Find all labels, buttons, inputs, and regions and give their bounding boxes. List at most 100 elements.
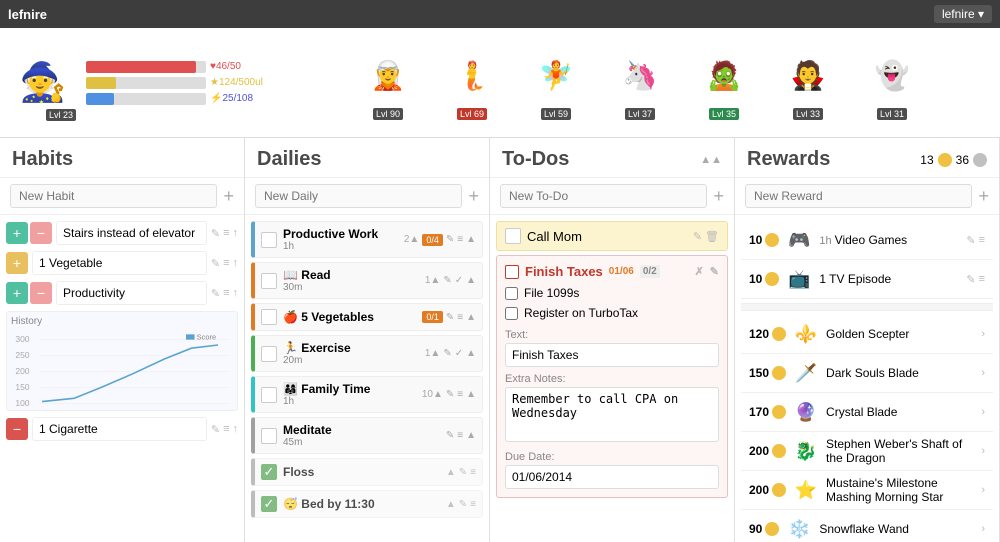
habits-body: + − Stairs instead of elevator ✎ ≡ ↑ + 1…: [0, 215, 244, 542]
dsb-arrow-icon: ›: [981, 367, 985, 379]
habit-cigarette-buttons: −: [6, 418, 28, 440]
rewards-add-button[interactable]: +: [978, 187, 989, 205]
call-mom-edit-icon[interactable]: ✎: [693, 230, 702, 243]
rewards-title: Rewards: [747, 148, 830, 171]
habit-vegetable-plus[interactable]: +: [6, 252, 28, 274]
todo-finish-taxes-expanded: Finish Taxes 01/06 0/2 ✗ ✎ File 1099s Re…: [496, 255, 728, 498]
user-dropdown[interactable]: lefnire ▾: [934, 5, 992, 23]
mp-bar-fill: [86, 93, 114, 105]
todos-add-button[interactable]: +: [713, 187, 724, 205]
reward-dark-souls-blade: 150 🗡️ Dark Souls Blade ›: [741, 354, 993, 393]
daily-5veg-checkbox[interactable]: [261, 309, 277, 325]
reward-stephen-weber: 200 🐉 Stephen Weber's Shaft of the Drago…: [741, 432, 993, 471]
finish-taxes-edit-icon[interactable]: ✎: [710, 265, 719, 278]
habits-add-input[interactable]: [10, 184, 217, 208]
tv-edit-icon[interactable]: ✎: [966, 273, 975, 286]
subtask-turbotax-checkbox[interactable]: [505, 307, 518, 320]
dropdown-label: lefnire ▾: [942, 7, 984, 21]
habit-productivity-up-icon[interactable]: ↑: [233, 287, 239, 300]
exercise-check-icon[interactable]: ✓: [455, 348, 463, 359]
bed-edit-icon[interactable]: ✎: [459, 499, 467, 510]
finish-taxes-title: Finish Taxes 01/06 0/2 ✗ ✎: [505, 264, 719, 279]
habit-cigarette-edit-icon[interactable]: ✎: [211, 423, 220, 436]
sw-cost: 200: [749, 444, 786, 458]
daily-meditate-sub: 45m: [283, 437, 440, 448]
todos-add-row: +: [490, 178, 734, 215]
finish-taxes-notes-textarea[interactable]: Remember to call CPA on Wednesday: [505, 387, 719, 442]
habit-vegetable-up-icon[interactable]: ↑: [233, 257, 239, 270]
habit-productivity-plus[interactable]: +: [6, 282, 28, 304]
dailies-add-input[interactable]: [255, 184, 462, 208]
floss-edit-icon[interactable]: ✎: [459, 467, 467, 478]
vg-edit-icon[interactable]: ✎: [966, 234, 975, 247]
todo-call-mom-checkbox[interactable]: [505, 228, 521, 244]
finish-taxes-text-input[interactable]: [505, 343, 719, 367]
habit-productivity-minus[interactable]: −: [30, 282, 52, 304]
5veg-bars-icon: ≡: [457, 312, 463, 323]
habit-vegetable: + 1 Vegetable ✎ ≡ ↑: [6, 251, 238, 275]
rewards-add-input[interactable]: [745, 184, 972, 208]
exp-bar-bg: [86, 77, 206, 89]
party-level-3: Lvl 37: [625, 108, 655, 120]
habit-productivity-edit-icon[interactable]: ✎: [211, 287, 220, 300]
daily-5veg-title: 🍎 5 Vegetables: [283, 310, 416, 324]
todos-add-input[interactable]: [500, 184, 707, 208]
habit-productivity: + − Productivity ✎ ≡ ↑: [6, 281, 238, 305]
sw2-label: Snowflake Wand: [819, 522, 975, 536]
family-edit-icon[interactable]: ✎: [446, 389, 454, 400]
habit-productivity-label: Productivity: [56, 281, 207, 305]
daily-family-time-title: 👨‍👩‍👧 Family Time: [283, 382, 416, 396]
5veg-edit-icon[interactable]: ✎: [446, 312, 454, 323]
habit-cigarette-up-icon[interactable]: ↑: [233, 423, 239, 436]
daily-meditate-checkbox[interactable]: [261, 428, 277, 444]
finish-taxes-due-input[interactable]: [505, 465, 719, 489]
habit-vegetable-buttons: +: [6, 252, 28, 274]
read-edit-icon[interactable]: ✎: [443, 275, 451, 286]
call-mom-delete-icon[interactable]: 🗑: [705, 230, 719, 243]
read-streak: 1▲: [425, 275, 440, 286]
daily-productive-work-content: Productive Work 1h: [283, 227, 398, 252]
party-member-4: 🧟 Lvl 35: [684, 46, 764, 120]
todos-body: Call Mom ✎ 🗑 Finish Taxes 01/06 0/2 ✗ ✎: [490, 215, 734, 542]
habit-stairs-minus[interactable]: −: [30, 222, 52, 244]
habit-cigarette-minus[interactable]: −: [6, 418, 28, 440]
cb-actions: ›: [981, 406, 985, 418]
exercise-edit-icon[interactable]: ✎: [443, 348, 451, 359]
finish-taxes-checkbox[interactable]: [505, 265, 519, 279]
daily-family-time-sub: 1h: [283, 396, 416, 407]
read-check-icon[interactable]: ✓: [455, 275, 463, 286]
daily-family-time-checkbox[interactable]: [261, 387, 277, 403]
habit-stairs-actions: ✎ ≡ ↑: [211, 227, 238, 240]
exercise-streak: 1▲: [425, 348, 440, 359]
party-level-1: Lvl 69: [457, 108, 487, 120]
daily-floss-checkbox[interactable]: ✓: [261, 464, 277, 480]
family-signal-icon: ▲: [466, 389, 476, 400]
habit-cigarette-bars-icon: ≡: [223, 423, 229, 436]
sw2-icon: ❄️: [785, 515, 813, 542]
habit-vegetable-edit-icon[interactable]: ✎: [211, 257, 220, 270]
daily-bed-by-checkbox[interactable]: ✓: [261, 496, 277, 512]
daily-exercise-checkbox[interactable]: [261, 346, 277, 362]
party-member-5: 🧛 Lvl 33: [768, 46, 848, 120]
daily-read-checkbox[interactable]: [261, 273, 277, 289]
habits-add-button[interactable]: +: [223, 187, 234, 205]
reward-tv-cost: 10: [749, 272, 779, 286]
habit-stairs-up-icon[interactable]: ↑: [233, 227, 239, 240]
daily-productive-work-checkbox[interactable]: [261, 232, 277, 248]
habit-vegetable-bars-icon: ≡: [223, 257, 229, 270]
dailies-add-button[interactable]: +: [468, 187, 479, 205]
gold-count: 13: [920, 153, 933, 167]
meditate-edit-icon[interactable]: ✎: [446, 430, 454, 441]
habit-stairs-edit-icon[interactable]: ✎: [211, 227, 220, 240]
party-sprite-4: 🧟: [694, 46, 754, 106]
productive-work-edit-icon[interactable]: ✎: [446, 234, 454, 245]
habit-stairs-plus[interactable]: +: [6, 222, 28, 244]
mu-label: Mustaine's Milestone Mashing Morning Sta…: [826, 476, 975, 504]
finish-taxes-delete-icon[interactable]: ✗: [695, 265, 704, 278]
finish-taxes-due-label: Due Date:: [505, 451, 719, 463]
subtask-1099-checkbox[interactable]: [505, 287, 518, 300]
party-sprite-6: 👻: [862, 46, 922, 106]
habit-stairs-label: Stairs instead of elevator: [56, 221, 207, 245]
daily-5veg-meta: 0/1 ✎ ≡ ▲: [422, 311, 476, 323]
exp-label: ★124/500ul: [210, 77, 270, 88]
